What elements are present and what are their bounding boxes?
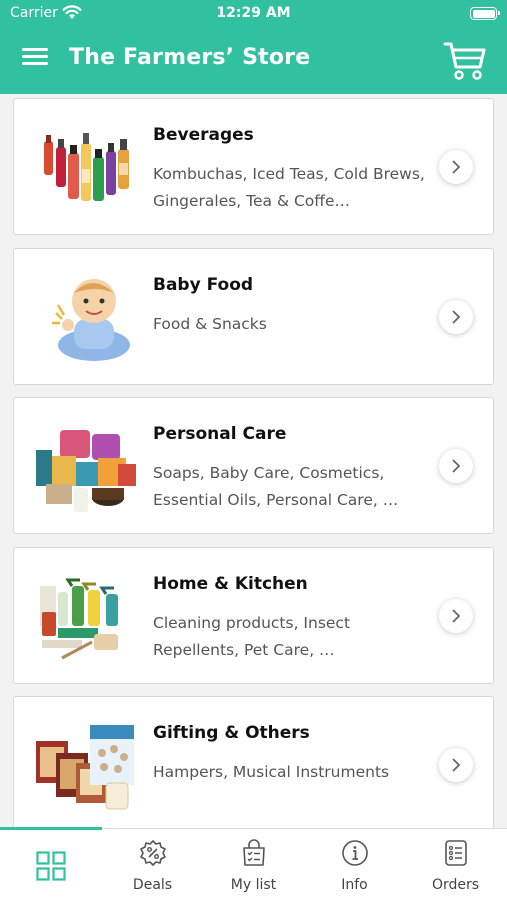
category-card-beverages[interactable]: Beverages Kombuchas, Iced Teas, Cold Bre… (13, 98, 494, 235)
status-bar: Carrier 12:29 AM (0, 0, 507, 28)
shopping-cart-icon[interactable] (443, 40, 487, 82)
category-card-personal-care[interactable]: Personal Care Soaps, Baby Care, Cosmetic… (13, 397, 494, 534)
category-title: Baby Food (153, 275, 254, 295)
tab-my-list[interactable]: My list (203, 829, 304, 900)
category-card-home-kitchen[interactable]: Home & Kitchen Cleaning products, Insect… (13, 547, 494, 684)
app-header: Carrier 12:29 AM The Farmers’ Store (0, 0, 507, 94)
tab-orders[interactable]: Orders (405, 829, 506, 900)
tab-deals[interactable]: Deals (102, 829, 203, 900)
orders-list-icon (444, 840, 467, 866)
status-time: 12:29 AM (216, 5, 291, 21)
page-title: The Farmers’ Store (69, 45, 311, 70)
chevron-right-icon[interactable] (439, 598, 473, 633)
category-description: Cleaning products, Insect Repellents, Pe… (153, 614, 351, 659)
category-description: Hampers, Musical Instruments (153, 763, 390, 781)
category-title: Beverages (153, 125, 254, 145)
baby-food-image (52, 279, 130, 361)
nav-bar: The Farmers’ Store (0, 28, 507, 94)
category-title: Personal Care (153, 424, 287, 444)
category-description: Food & Snacks (153, 315, 267, 333)
info-icon (341, 840, 368, 866)
category-title: Home & Kitchen (153, 574, 308, 594)
tab-label: My list (230, 877, 277, 893)
home-kitchen-image (40, 578, 118, 660)
category-title: Gifting & Others (153, 723, 310, 743)
chevron-right-icon[interactable] (439, 299, 473, 334)
shopping-bag-list-icon (242, 839, 265, 866)
category-description: Kombuchas, Iced Teas, Cold Brews, Ginger… (153, 165, 425, 210)
chevron-right-icon[interactable] (439, 149, 473, 184)
category-card-gifting-others[interactable]: Gifting & Others Hampers, Musical Instru… (13, 696, 494, 828)
battery-icon (470, 7, 500, 20)
tab-categories[interactable] (0, 829, 101, 900)
tab-label: Deals (132, 877, 173, 893)
category-list: Beverages Kombuchas, Iced Teas, Cold Bre… (0, 94, 507, 828)
hamburger-menu-icon[interactable] (22, 48, 48, 70)
gifting-others-image (36, 725, 134, 810)
beverages-image (44, 133, 129, 201)
chevron-right-icon[interactable] (439, 747, 473, 782)
deals-badge-icon (139, 840, 166, 866)
tab-info[interactable]: Info (304, 829, 405, 900)
category-description: Soaps, Baby Care, Cosmetics, Essential O… (153, 464, 399, 509)
tab-label: Orders (431, 877, 480, 893)
tab-label: Info (341, 877, 368, 893)
tab-bar: Deals My list Info Orders (0, 827, 507, 900)
chevron-right-icon[interactable] (439, 448, 473, 483)
category-card-baby-food[interactable]: Baby Food Food & Snacks (13, 248, 494, 385)
personal-care-image (36, 430, 136, 512)
grid-icon (35, 851, 66, 881)
